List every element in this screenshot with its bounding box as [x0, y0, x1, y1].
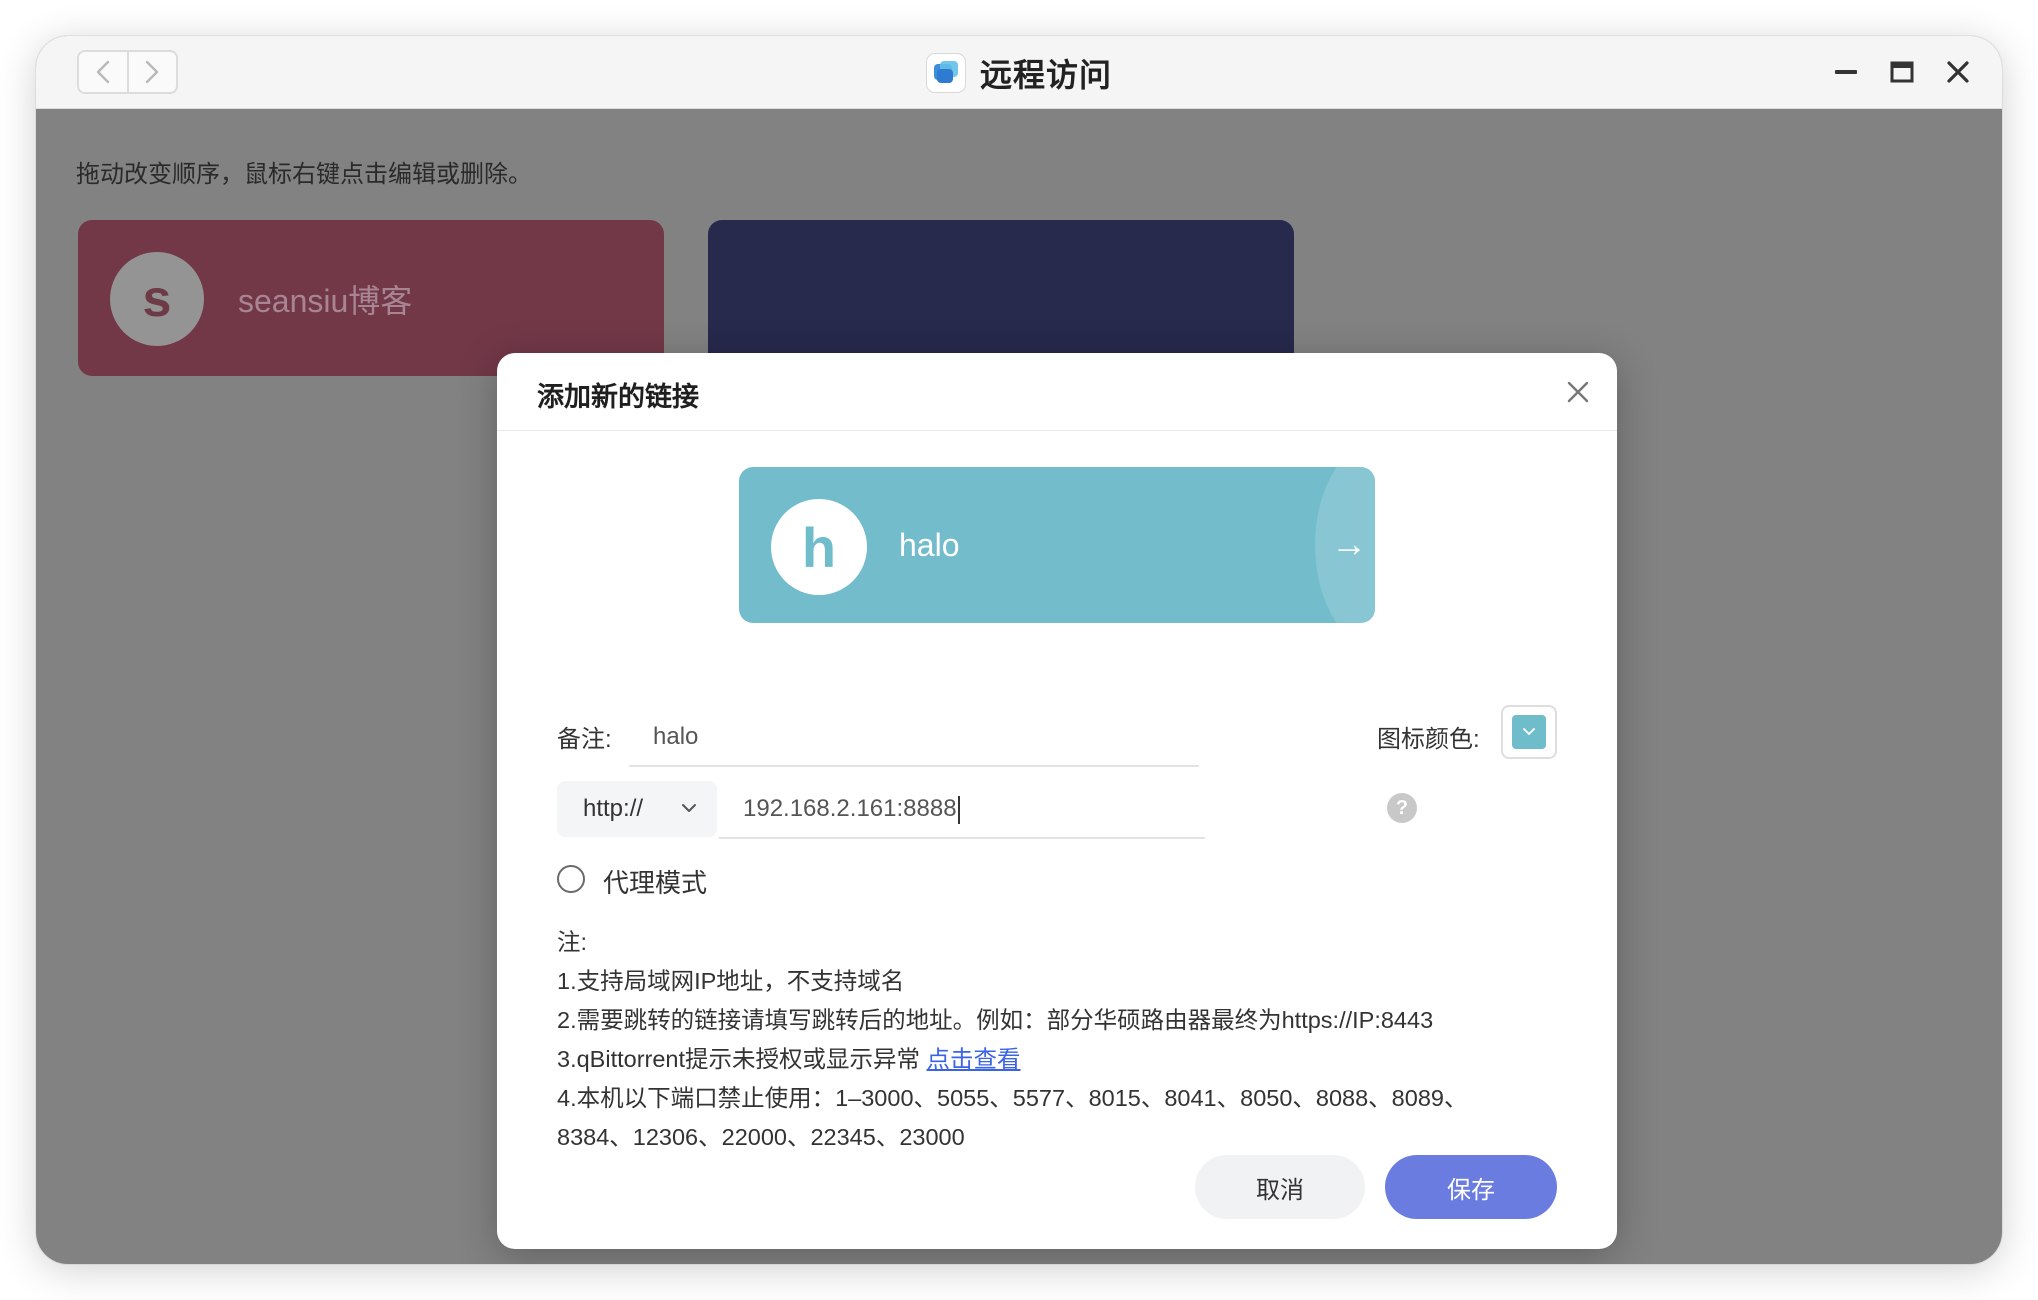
protocol-value: http:// [583, 795, 644, 822]
chevron-down-icon [1523, 728, 1535, 736]
link-preview-card: h halo → [739, 467, 1375, 623]
close-icon [1567, 381, 1589, 403]
minimize-button[interactable] [1830, 56, 1862, 88]
dialog-close-button[interactable] [1561, 375, 1595, 409]
remark-input-value: halo [653, 723, 699, 750]
proxy-mode-label: 代理模式 [603, 868, 708, 898]
remark-input[interactable]: halo [629, 709, 1199, 767]
address-input-value: 192.168.2.161:8888 [743, 795, 960, 824]
notes-title: 注: [557, 929, 588, 955]
address-input[interactable]: 192.168.2.161:8888 [719, 781, 1205, 839]
text-cursor [957, 795, 960, 824]
card-avatar: s [110, 252, 204, 346]
note-line-4: 4.本机以下端口禁止使用：1–3000、5055、5577、8015、8041、… [557, 1085, 1468, 1111]
icon-color-picker[interactable] [1501, 705, 1557, 759]
notes-block: 注: 1.支持局域网IP地址，不支持域名 2.需要跳转的链接请填写跳转后的地址。… [557, 923, 1577, 1157]
dialog-title: 添加新的链接 [537, 382, 699, 412]
close-icon [1947, 61, 1969, 83]
window-title-area: 远程访问 [36, 36, 2002, 109]
minimize-icon [1835, 70, 1857, 74]
main-content: 拖动改变顺序，鼠标右键点击编辑或删除。 s seansiu博客 添加新的链接 h… [36, 110, 2002, 1264]
note-line-3: 3.qBittorrent提示未授权或显示异常 点击查看 [557, 1046, 1021, 1072]
window-controls [1830, 50, 1974, 94]
maximize-icon [1890, 61, 1914, 83]
card-title: seansiu博客 [238, 283, 413, 319]
preview-avatar: h [771, 499, 867, 595]
chevron-down-icon [682, 804, 696, 812]
dialog-header: 添加新的链接 [497, 353, 1617, 431]
preview-title: halo [899, 527, 960, 563]
arrow-right-icon: → [1331, 523, 1367, 564]
color-swatch [1512, 715, 1546, 749]
help-icon[interactable]: ? [1387, 793, 1417, 823]
window-title: 远程访问 [979, 56, 1112, 93]
note-line-1: 1.支持局域网IP地址，不支持域名 [557, 968, 905, 994]
icon-color-label: 图标颜色: [1377, 726, 1480, 753]
note-line-5: 8384、12306、22000、22345、23000 [557, 1124, 965, 1150]
maximize-button[interactable] [1886, 56, 1918, 88]
reorder-hint: 拖动改变顺序，鼠标右键点击编辑或删除。 [76, 161, 532, 188]
protocol-select[interactable]: http:// [557, 781, 717, 837]
close-window-button[interactable] [1942, 56, 1974, 88]
note-line-2: 2.需要跳转的链接请填写跳转后的地址。例如：部分华硕路由器最终为https://… [557, 1007, 1434, 1033]
proxy-mode-radio[interactable] [557, 865, 585, 893]
remark-label: 备注: [557, 726, 612, 753]
add-link-dialog: 添加新的链接 h halo → 备注: halo 图标颜色: http:// 1… [497, 353, 1617, 1249]
cancel-button[interactable]: 取消 [1195, 1155, 1365, 1219]
view-details-link[interactable]: 点击查看 [927, 1046, 1021, 1072]
remote-access-app-icon [925, 52, 966, 93]
app-window: 远程访问 拖动改变顺序，鼠标右键点击编辑或删除。 s seansiu博客 添加新… [36, 36, 2002, 1264]
title-bar: 远程访问 [36, 36, 2002, 109]
save-button[interactable]: 保存 [1385, 1155, 1557, 1219]
